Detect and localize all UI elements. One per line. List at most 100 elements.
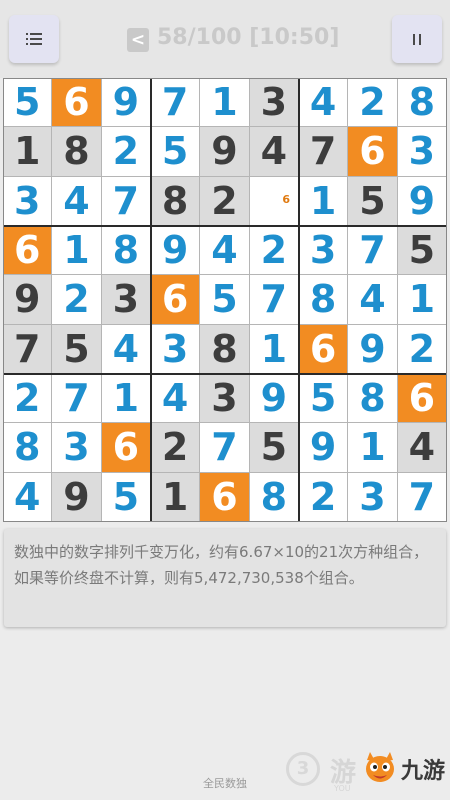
cell-digit: 2	[112, 129, 140, 174]
sudoku-cell[interactable]: 2	[3, 373, 53, 424]
sudoku-cell[interactable]: 1	[101, 373, 151, 424]
sudoku-cell[interactable]: 3	[348, 472, 398, 522]
sudoku-cell[interactable]: 6	[298, 324, 349, 374]
cell-digit: 1	[161, 474, 189, 519]
sudoku-cell[interactable]: 1	[200, 78, 250, 128]
cell-digit: 7	[63, 376, 90, 421]
cell-digit: 1	[309, 178, 337, 223]
sudoku-cell[interactable]: 9	[249, 373, 299, 424]
sudoku-cell[interactable]: 5	[397, 225, 447, 276]
sudoku-cell[interactable]: 5	[101, 472, 151, 522]
sudoku-cell[interactable]: 5	[298, 373, 349, 424]
sudoku-cell[interactable]: 4	[249, 127, 299, 177]
sudoku-cell[interactable]: 9	[150, 225, 201, 276]
sudoku-cell[interactable]: 4	[200, 225, 250, 276]
sudoku-cell[interactable]: 8	[298, 275, 349, 325]
sudoku-cell[interactable]: 6	[249, 176, 299, 226]
sudoku-cell[interactable]: 2	[298, 472, 349, 522]
sudoku-cell[interactable]: 6	[150, 275, 201, 325]
sudoku-cell[interactable]: 4	[3, 472, 53, 522]
sudoku-cell[interactable]: 9	[298, 423, 349, 473]
sudoku-cell[interactable]: 6	[3, 225, 53, 276]
cell-digit: 3	[112, 277, 140, 322]
sudoku-cell[interactable]: 2	[200, 176, 250, 226]
sudoku-cell[interactable]: 3	[249, 78, 299, 128]
sudoku-cell[interactable]: 5	[3, 78, 53, 128]
sudoku-cell[interactable]: 8	[348, 373, 398, 424]
sudoku-cell[interactable]: 2	[397, 324, 447, 374]
sudoku-cell[interactable]: 7	[249, 275, 299, 325]
sudoku-cell[interactable]: 5	[150, 127, 201, 177]
sudoku-cell[interactable]: 3	[200, 373, 250, 424]
cell-digit: 5	[63, 326, 90, 371]
cell-digit: 7	[359, 228, 386, 273]
sudoku-cell[interactable]: 8	[3, 423, 53, 473]
sudoku-cell[interactable]: 2	[101, 127, 151, 177]
sudoku-cell[interactable]: 6	[397, 373, 447, 424]
pause-button[interactable]	[392, 15, 442, 63]
sudoku-cell[interactable]: 3	[298, 225, 349, 276]
sudoku-cell[interactable]: 7	[52, 373, 102, 424]
sudoku-cell[interactable]: 2	[348, 78, 398, 128]
mascot-logo-icon	[366, 752, 394, 782]
sudoku-cell[interactable]: 7	[3, 324, 53, 374]
sudoku-cell[interactable]: 2	[150, 423, 201, 473]
sudoku-cell[interactable]: 1	[150, 472, 201, 522]
cell-digit: 6	[161, 277, 189, 322]
sudoku-cell[interactable]: 7	[348, 225, 398, 276]
sudoku-cell[interactable]: 9	[3, 275, 53, 325]
sudoku-cell[interactable]: 8	[101, 225, 151, 276]
sudoku-cell[interactable]: 7	[298, 127, 349, 177]
sudoku-cell[interactable]: 7	[397, 472, 447, 522]
sudoku-cell[interactable]: 3	[3, 176, 53, 226]
box-divider	[3, 225, 447, 227]
sudoku-cell[interactable]: 4	[101, 324, 151, 374]
sudoku-cell[interactable]: 5	[249, 423, 299, 473]
cell-digit: 7	[309, 129, 337, 174]
sudoku-cell[interactable]: 6	[52, 78, 102, 128]
sudoku-cell[interactable]: 6	[200, 472, 250, 522]
sudoku-cell[interactable]: 2	[52, 275, 102, 325]
sudoku-cell[interactable]: 8	[249, 472, 299, 522]
sudoku-cell[interactable]: 9	[101, 78, 151, 128]
sudoku-cell[interactable]: 1	[397, 275, 447, 325]
sudoku-cell[interactable]: 3	[397, 127, 447, 177]
cell-digit: 5	[161, 129, 189, 174]
sudoku-cell[interactable]: 9	[348, 324, 398, 374]
sudoku-cell[interactable]: 1	[249, 324, 299, 374]
sudoku-cell[interactable]: 9	[52, 472, 102, 522]
sudoku-cell[interactable]: 2	[249, 225, 299, 276]
sudoku-cell[interactable]: 4	[298, 78, 349, 128]
sudoku-cell[interactable]: 1	[52, 225, 102, 276]
sudoku-cell[interactable]: 6	[101, 423, 151, 473]
sudoku-cell[interactable]: 7	[200, 423, 250, 473]
cell-digit: 5	[211, 277, 238, 322]
sudoku-cell[interactable]: 9	[200, 127, 250, 177]
sudoku-cell[interactable]: 4	[150, 373, 201, 424]
sudoku-cell[interactable]: 1	[298, 176, 349, 226]
sudoku-cell[interactable]: 6	[348, 127, 398, 177]
sudoku-cell[interactable]: 8	[397, 78, 447, 128]
menu-button[interactable]	[9, 15, 59, 63]
sudoku-cell[interactable]: 7	[101, 176, 151, 226]
sudoku-cell[interactable]: 3	[52, 423, 102, 473]
sudoku-cell[interactable]: 8	[150, 176, 201, 226]
sudoku-cell[interactable]: 3	[150, 324, 201, 374]
sudoku-cell[interactable]: 4	[397, 423, 447, 473]
sudoku-cell[interactable]: 7	[150, 78, 201, 128]
sudoku-cell[interactable]: 1	[3, 127, 53, 177]
sudoku-cell[interactable]: 4	[52, 176, 102, 226]
cell-digit: 7	[161, 80, 189, 125]
sudoku-cell[interactable]: 5	[200, 275, 250, 325]
back-button[interactable]: <	[127, 28, 149, 52]
sudoku-cell[interactable]: 5	[52, 324, 102, 374]
cell-digit: 9	[408, 178, 436, 223]
cell-digit: 9	[359, 326, 386, 371]
sudoku-cell[interactable]: 8	[200, 324, 250, 374]
sudoku-cell[interactable]: 1	[348, 423, 398, 473]
sudoku-cell[interactable]: 4	[348, 275, 398, 325]
sudoku-cell[interactable]: 3	[101, 275, 151, 325]
sudoku-cell[interactable]: 5	[348, 176, 398, 226]
sudoku-cell[interactable]: 9	[397, 176, 447, 226]
sudoku-cell[interactable]: 8	[52, 127, 102, 177]
